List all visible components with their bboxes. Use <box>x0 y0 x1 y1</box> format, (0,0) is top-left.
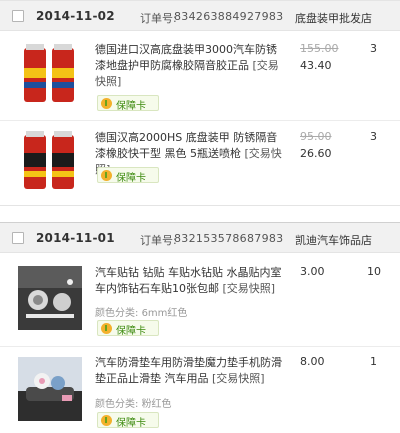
quantity: 3 <box>370 42 377 55</box>
guarantee-card-badge[interactable]: 保障卡 <box>97 320 159 337</box>
order-header: 2014-11-02 订单号: 834263884927983 底盘装甲批发店 <box>0 1 400 31</box>
order-checkbox[interactable] <box>12 232 24 244</box>
product-thumbnail[interactable] <box>18 42 82 106</box>
shop-name-link[interactable]: 底盘装甲批发店 <box>295 10 372 26</box>
guarantee-label: 保障卡 <box>116 101 146 112</box>
guarantee-card-badge[interactable]: 保障卡 <box>97 95 159 112</box>
snapshot-link[interactable]: [交易快照] <box>223 282 276 295</box>
order-checkbox[interactable] <box>12 10 24 22</box>
shop-name-link[interactable]: 凯迪汽车饰品店 <box>295 232 372 248</box>
order-date: 2014-11-02 <box>36 9 115 23</box>
unit-price: 8.00 <box>300 355 325 368</box>
guarantee-label: 保障卡 <box>116 173 146 184</box>
order-number-label: 订单号: <box>140 12 177 25</box>
item-attribute: 颜色分类: 6mm红色 <box>95 304 187 319</box>
item-attribute: 颜色分类: 粉红色 <box>95 395 172 410</box>
attribute-value: 粉红色 <box>141 399 172 410</box>
product-title-link[interactable]: 汽车防滑垫车用防滑垫魔力垫手机防滑垫正品止滑垫 汽车用品 [交易快照] <box>95 355 285 387</box>
order-item: 汽车防滑垫车用防滑垫魔力垫手机防滑垫正品止滑垫 汽车用品 [交易快照] 颜色分类… <box>0 347 400 433</box>
order-item: 汽车贴钻 钻贴 车贴水钻贴 水晶贴内室车内饰钻石车贴10张包邮 [交易快照] 颜… <box>0 254 400 346</box>
original-price: 95.00 <box>300 130 332 143</box>
quantity: 3 <box>370 130 377 143</box>
guarantee-icon <box>101 170 112 181</box>
attribute-label: 颜色分类: <box>95 399 139 410</box>
guarantee-label: 保障卡 <box>116 326 146 337</box>
order-number-label: 订单号: <box>140 234 177 247</box>
attribute-label: 颜色分类: <box>95 308 139 319</box>
order-card: 2014-11-02 订单号: 834263884927983 底盘装甲批发店 … <box>0 0 400 205</box>
product-title-text[interactable]: 德国进口汉高底盘装甲3000汽车防锈漆地盘护甲防腐橡胶隔音胶正品 <box>95 43 277 72</box>
guarantee-icon <box>101 415 112 426</box>
quantity: 1 <box>370 355 377 368</box>
unit-price: 26.60 <box>300 147 332 160</box>
product-thumbnail[interactable] <box>18 129 82 193</box>
attribute-value: 6mm红色 <box>141 308 188 319</box>
order-date: 2014-11-01 <box>36 231 115 245</box>
guarantee-label: 保障卡 <box>116 418 146 429</box>
product-title-link[interactable]: 德国进口汉高底盘装甲3000汽车防锈漆地盘护甲防腐橡胶隔音胶正品 [交易快照] <box>95 42 285 90</box>
order-separator <box>0 205 400 222</box>
original-price: 155.00 <box>300 42 339 55</box>
guarantee-card-badge[interactable]: 保障卡 <box>97 412 159 429</box>
order-number: 834263884927983 <box>174 10 284 23</box>
guarantee-icon <box>101 98 112 109</box>
order-item: 德国进口汉高底盘装甲3000汽车防锈漆地盘护甲防腐橡胶隔音胶正品 [交易快照] … <box>0 32 400 120</box>
guarantee-card-badge[interactable]: 保障卡 <box>97 167 159 184</box>
order-header: 2014-11-01 订单号: 832153578687983 凯迪汽车饰品店 <box>0 223 400 253</box>
product-thumbnail[interactable] <box>18 357 82 421</box>
snapshot-link[interactable]: [交易快照] <box>212 372 265 385</box>
guarantee-icon <box>101 323 112 334</box>
product-thumbnail[interactable] <box>18 266 82 330</box>
unit-price: 3.00 <box>300 265 325 278</box>
unit-price: 43.40 <box>300 59 332 72</box>
order-card: 2014-11-01 订单号: 832153578687983 凯迪汽车饰品店 … <box>0 222 400 433</box>
order-item: 德国汉高2000HS 底盘装甲 防锈隔音漆橡胶快干型 黑色 5瓶送喷枪 [交易快… <box>0 121 400 206</box>
order-number: 832153578687983 <box>174 232 284 245</box>
product-title-link[interactable]: 汽车贴钻 钻贴 车贴水钻贴 水晶贴内室车内饰钻石车贴10张包邮 [交易快照] <box>95 265 285 297</box>
quantity: 10 <box>367 265 381 278</box>
